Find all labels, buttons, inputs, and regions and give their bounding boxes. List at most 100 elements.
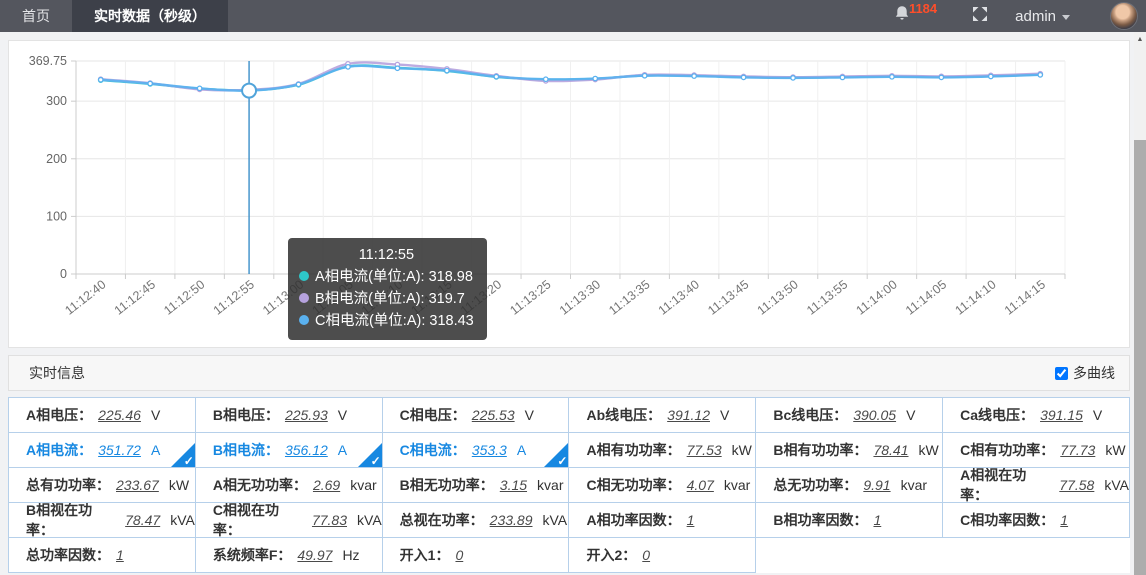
user-avatar[interactable]	[1110, 2, 1138, 30]
measurement-cell[interactable]: A相功率因数： 1	[569, 503, 756, 538]
measurement-unit: kvar	[537, 477, 563, 493]
measurement-cell[interactable]: B相功率因数：1	[756, 503, 943, 538]
measurement-value[interactable]: 391.12	[667, 407, 710, 423]
measurement-value[interactable]: 233.67	[116, 477, 159, 493]
measurement-cell[interactable]: 总无功功率：9.91kvar	[756, 468, 943, 503]
measurement-value[interactable]: 77.53	[687, 442, 722, 458]
measurement-cell[interactable]: C相视在功率：77.83kVA	[196, 503, 383, 538]
measurement-value[interactable]: 77.73	[1060, 442, 1095, 458]
measurement-cell[interactable]: B相视在功率：78.47kVA	[9, 503, 196, 538]
page-scrollbar[interactable]: ▲	[1134, 32, 1146, 575]
measurement-value[interactable]: 78.41	[873, 442, 908, 458]
measurement-cell[interactable]: 总有功功率： 233.67 kW	[9, 468, 196, 503]
scrollbar-thumb[interactable]	[1134, 140, 1146, 575]
measurement-unit: kVA	[170, 512, 195, 528]
measurement-cell[interactable]: C相电压：225.53V	[383, 398, 570, 433]
empty-cell	[943, 538, 1130, 573]
measurement-value[interactable]: 356.12	[285, 442, 328, 458]
measurement-cell[interactable]: 开入2： 0	[569, 538, 756, 573]
measurement-value[interactable]: 1	[873, 512, 881, 528]
measurement-value[interactable]: 1	[116, 547, 124, 563]
multi-curve-toggle[interactable]: 多曲线	[1055, 363, 1115, 383]
measurement-value[interactable]: 77.58	[1059, 477, 1094, 493]
measurement-value[interactable]: 0	[455, 547, 463, 563]
measurement-value[interactable]: 4.07	[687, 477, 714, 493]
multi-curve-checkbox[interactable]	[1055, 367, 1068, 380]
measurement-cell[interactable]: Ab线电压：391.12V	[569, 398, 756, 433]
measurement-unit: kVA	[357, 512, 382, 528]
chart-svg: 0100200300369.7511:12:4011:12:4511:12:50…	[9, 41, 1129, 347]
measurement-value[interactable]: 1	[687, 512, 695, 528]
measurement-value[interactable]: 233.89	[490, 512, 533, 528]
measurement-cell[interactable]: Ca线电压：391.15V	[943, 398, 1130, 433]
measurement-cell[interactable]: B相电流：356.12A✓	[196, 433, 383, 468]
measurement-label: 开入2：	[586, 545, 636, 565]
svg-text:11:13:30: 11:13:30	[557, 277, 603, 317]
measurement-label: C相功率因数：	[960, 510, 1054, 530]
measurement-value[interactable]: 77.83	[312, 512, 347, 528]
measurement-cell[interactable]: A相电压：225.46V	[9, 398, 196, 433]
measurement-unit: A	[517, 442, 526, 458]
svg-text:11:13:10: 11:13:10	[359, 277, 405, 317]
svg-text:11:13:25: 11:13:25	[507, 277, 553, 317]
measurement-value[interactable]: 225.93	[285, 407, 328, 423]
measurement-label: C相无功功率：	[586, 475, 680, 495]
measurement-value[interactable]: 49.97	[297, 547, 332, 563]
measurement-label: 系统频率F：	[213, 545, 292, 565]
measurement-value[interactable]: 390.05	[853, 407, 896, 423]
navbar-right: 1184 admin	[893, 0, 1146, 32]
measurement-cell[interactable]: 开入1：0	[383, 538, 570, 573]
user-menu[interactable]: admin	[1015, 8, 1070, 25]
measurement-value[interactable]: 9.91	[863, 477, 890, 493]
measurement-value[interactable]: 2.69	[313, 477, 340, 493]
measurement-value[interactable]: 0	[642, 547, 650, 563]
measurement-label: A相无功功率：	[213, 475, 307, 495]
svg-text:0: 0	[60, 267, 67, 281]
check-icon: ✓	[557, 454, 567, 468]
measurement-value[interactable]: 225.46	[98, 407, 141, 423]
notifications-button[interactable]: 1184	[893, 5, 937, 27]
tab-home[interactable]: 首页	[0, 0, 72, 32]
svg-text:11:14:10: 11:14:10	[952, 277, 998, 317]
svg-text:11:13:15: 11:13:15	[408, 277, 454, 317]
realtime-line-chart[interactable]: 0100200300369.7511:12:4011:12:4511:12:50…	[9, 41, 1129, 352]
measurement-value[interactable]: 391.15	[1040, 407, 1083, 423]
measurement-cell[interactable]: C相有功功率：77.73kW	[943, 433, 1130, 468]
measurement-cell[interactable]: A相无功功率：2.69kvar	[196, 468, 383, 503]
tab-realtime-data[interactable]: 实时数据（秒级）	[72, 0, 228, 32]
measurement-value[interactable]: 353.3	[472, 442, 507, 458]
fullscreen-button[interactable]	[971, 5, 989, 28]
measurement-unit: kW	[169, 477, 189, 493]
user-name: admin	[1015, 8, 1056, 25]
measurement-value[interactable]: 1	[1060, 512, 1068, 528]
measurement-label: A相功率因数：	[586, 510, 680, 530]
svg-text:11:14:15: 11:14:15	[1002, 277, 1048, 317]
measurement-unit: kVA	[1104, 477, 1129, 493]
measurement-label: 总有功功率：	[26, 475, 110, 495]
scrollbar-up-arrow[interactable]: ▲	[1134, 32, 1146, 46]
measurement-cell[interactable]: C相无功功率：4.07kvar	[569, 468, 756, 503]
measurement-cell[interactable]: B相有功功率：78.41kW	[756, 433, 943, 468]
measurement-cell[interactable]: C相功率因数： 1	[943, 503, 1130, 538]
measurement-cell[interactable]: B相无功功率：3.15kvar	[383, 468, 570, 503]
measurement-unit: kW	[1105, 442, 1125, 458]
measurement-unit: V	[151, 407, 160, 423]
measurement-cell[interactable]: A相有功功率：77.53kW	[569, 433, 756, 468]
svg-text:11:12:50: 11:12:50	[161, 277, 207, 317]
measurement-cell[interactable]: Bc线电压：390.05V	[756, 398, 943, 433]
svg-text:11:13:00: 11:13:00	[260, 277, 306, 317]
measurement-label: B相电压：	[213, 405, 279, 425]
measurement-cell[interactable]: C相电流：353.3A✓	[383, 433, 570, 468]
measurement-cell[interactable]: A相电流：351.72A✓	[9, 433, 196, 468]
measurement-cell[interactable]: B相电压：225.93V	[196, 398, 383, 433]
measurement-value[interactable]: 225.53	[472, 407, 515, 423]
measurement-value[interactable]: 78.47	[125, 512, 160, 528]
measurement-value[interactable]: 351.72	[98, 442, 141, 458]
measurement-cell[interactable]: 总视在功率：233.89kVA	[383, 503, 570, 538]
measurement-cell[interactable]: 系统频率F：49.97Hz	[196, 538, 383, 573]
svg-text:200: 200	[46, 152, 67, 166]
check-icon: ✓	[184, 454, 194, 468]
measurement-cell[interactable]: A相视在功率：77.58kVA	[943, 468, 1130, 503]
measurement-cell[interactable]: 总功率因数：1	[9, 538, 196, 573]
measurement-value[interactable]: 3.15	[500, 477, 527, 493]
